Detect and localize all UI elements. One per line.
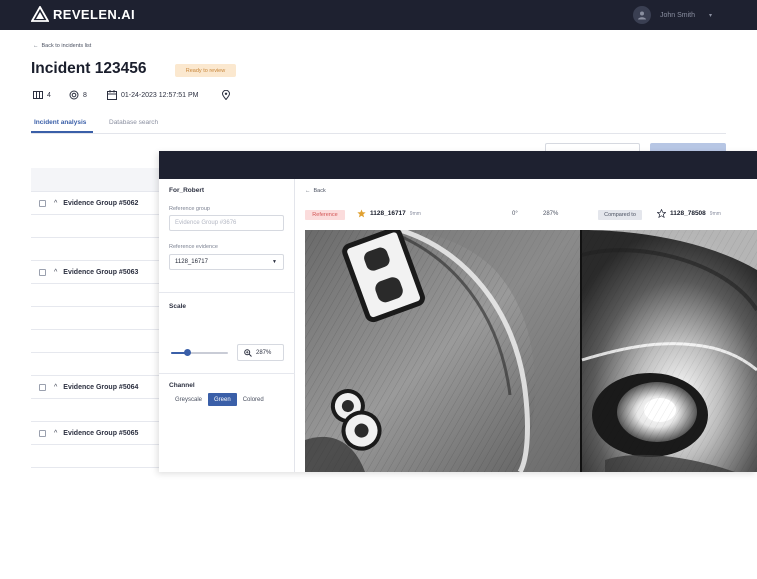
reference-sample-id: 1128_16717	[370, 210, 406, 217]
star-filled-icon[interactable]	[357, 209, 366, 218]
list-item[interactable]	[31, 353, 159, 376]
chevron-down-icon: ▼	[272, 259, 277, 265]
scale-label: Scale	[169, 303, 186, 310]
comparison-window: For_Robert Reference group Evidence Grou…	[159, 151, 757, 472]
evidence-group-row[interactable]: ^ Evidence Group #5065	[31, 422, 159, 445]
checkbox[interactable]	[39, 383, 46, 391]
scale-value: 287%	[256, 349, 272, 356]
reference-evidence-value: 1128_16717	[175, 259, 208, 265]
evidence-group-row[interactable]: ^ Evidence Group #5062	[31, 192, 159, 215]
chevron-up-icon[interactable]: ^	[54, 430, 57, 437]
chevron-down-icon: ▾	[709, 12, 713, 19]
list-item[interactable]	[31, 284, 159, 307]
zoom-value: 287%	[543, 211, 559, 217]
comparison-window-header	[159, 151, 757, 179]
chevron-up-icon[interactable]: ^	[54, 269, 57, 276]
arrow-left-icon: ←	[305, 188, 311, 194]
target-icon	[69, 90, 79, 100]
list-item[interactable]	[31, 399, 159, 422]
chevron-up-icon[interactable]: ^	[54, 384, 57, 391]
rotation-value: 0°	[512, 211, 518, 217]
evidence-group-label: Evidence Group #5062	[63, 199, 139, 207]
evidence-count: 4	[47, 91, 51, 99]
reference-group-field: Evidence Group #3676	[169, 215, 284, 231]
columns-icon	[33, 91, 43, 99]
list-item[interactable]	[31, 307, 159, 330]
reference-sample[interactable]: 1128_16717 9mm	[357, 209, 421, 218]
status-badge: Ready to review	[175, 64, 236, 77]
comparison-info-bar: Reference 1128_16717 9mm 0° 287% Compare…	[296, 205, 757, 225]
checkbox[interactable]	[39, 268, 46, 276]
page-tabs: Incident analysis Database search	[31, 116, 726, 134]
scale-slider-handle[interactable]	[183, 349, 191, 356]
reference-group-value: Evidence Group #3676	[175, 220, 237, 226]
reference-evidence-select[interactable]: 1128_16717 ▼	[169, 254, 284, 270]
logo-mark-icon	[31, 6, 49, 22]
arrow-left-icon: ←	[33, 43, 39, 49]
page-title: Incident 123456	[31, 60, 147, 77]
back-link-label: Back to incidents list	[41, 43, 92, 49]
scale-input[interactable]: 287%	[237, 344, 284, 361]
reference-group-label: Reference group	[169, 206, 210, 212]
comparison-settings-panel: For_Robert Reference group Evidence Grou…	[159, 179, 295, 472]
evidence-group-row[interactable]: ^ Evidence Group #5063	[31, 261, 159, 284]
evidence-group-label: Evidence Group #5065	[63, 429, 139, 437]
tab-incident-analysis[interactable]: Incident analysis	[34, 119, 86, 126]
channel-selector: Greyscale Green Colored	[169, 393, 270, 406]
reference-badge: Reference	[305, 210, 345, 220]
microscope-comparison-image[interactable]	[305, 230, 757, 472]
back-to-incidents-link[interactable]: ← Back to incidents list	[33, 43, 91, 49]
compared-sample-caliber: 9mm	[709, 210, 721, 217]
meta-location[interactable]	[221, 90, 231, 100]
list-item[interactable]	[31, 330, 159, 353]
zoom-icon	[244, 348, 252, 357]
meta-datetime: 01-24-2023 12:57:51 PM	[107, 90, 198, 100]
divider	[159, 292, 295, 293]
reference-evidence-label: Reference evidence	[169, 244, 218, 250]
compared-to-badge: Compared to	[598, 210, 642, 220]
back-button[interactable]: ← Back	[305, 188, 326, 194]
scale-slider[interactable]	[171, 349, 228, 356]
comparison-image-canvas	[305, 230, 757, 472]
user-name: John Smith	[660, 11, 696, 19]
sample-count: 8	[83, 91, 87, 99]
location-pin-icon	[221, 90, 231, 100]
channel-label: Channel	[169, 382, 195, 389]
checkbox[interactable]	[39, 429, 46, 437]
tab-database-search[interactable]: Database search	[109, 119, 158, 126]
list-item[interactable]	[31, 215, 159, 238]
list-item[interactable]	[31, 238, 159, 261]
back-button-label: Back	[313, 188, 326, 194]
panel-title: For_Robert	[169, 187, 205, 194]
calendar-icon	[107, 90, 117, 100]
list-header	[31, 168, 159, 192]
star-outline-icon[interactable]	[657, 209, 666, 218]
evidence-groups-list: ^ Evidence Group #5062 ^ Evidence Group …	[31, 168, 159, 472]
channel-option-green[interactable]: Green	[208, 393, 237, 406]
top-bar: REVELEN.AI John Smith ▾	[0, 0, 757, 30]
meta-sample-count: 8	[69, 90, 87, 100]
list-item[interactable]	[31, 445, 159, 468]
compared-sample[interactable]: 1128_78508 9mm	[657, 209, 721, 218]
meta-evidence-count: 4	[33, 90, 51, 100]
user-avatar-icon	[633, 6, 651, 24]
active-tab-indicator	[31, 131, 93, 133]
comparison-viewer: ← Back Reference 1128_16717 9mm 0° 287% …	[296, 179, 757, 472]
brand-name: REVELEN.AI	[53, 6, 136, 22]
incident-datetime: 01-24-2023 12:57:51 PM	[121, 91, 199, 99]
brand-logo[interactable]: REVELEN.AI	[31, 6, 135, 22]
checkbox[interactable]	[39, 199, 46, 207]
chevron-up-icon[interactable]: ^	[54, 200, 57, 207]
evidence-group-label: Evidence Group #5063	[63, 268, 139, 276]
user-menu[interactable]: John Smith ▾	[633, 6, 712, 24]
evidence-group-label: Evidence Group #5064	[63, 383, 139, 391]
compared-sample-id: 1128_78508	[670, 210, 706, 217]
channel-option-colored[interactable]: Colored	[237, 393, 270, 406]
divider	[159, 373, 295, 374]
evidence-group-row[interactable]: ^ Evidence Group #5064	[31, 376, 159, 399]
reference-sample-caliber: 9mm	[409, 210, 421, 217]
channel-option-greyscale[interactable]: Greyscale	[169, 393, 208, 406]
